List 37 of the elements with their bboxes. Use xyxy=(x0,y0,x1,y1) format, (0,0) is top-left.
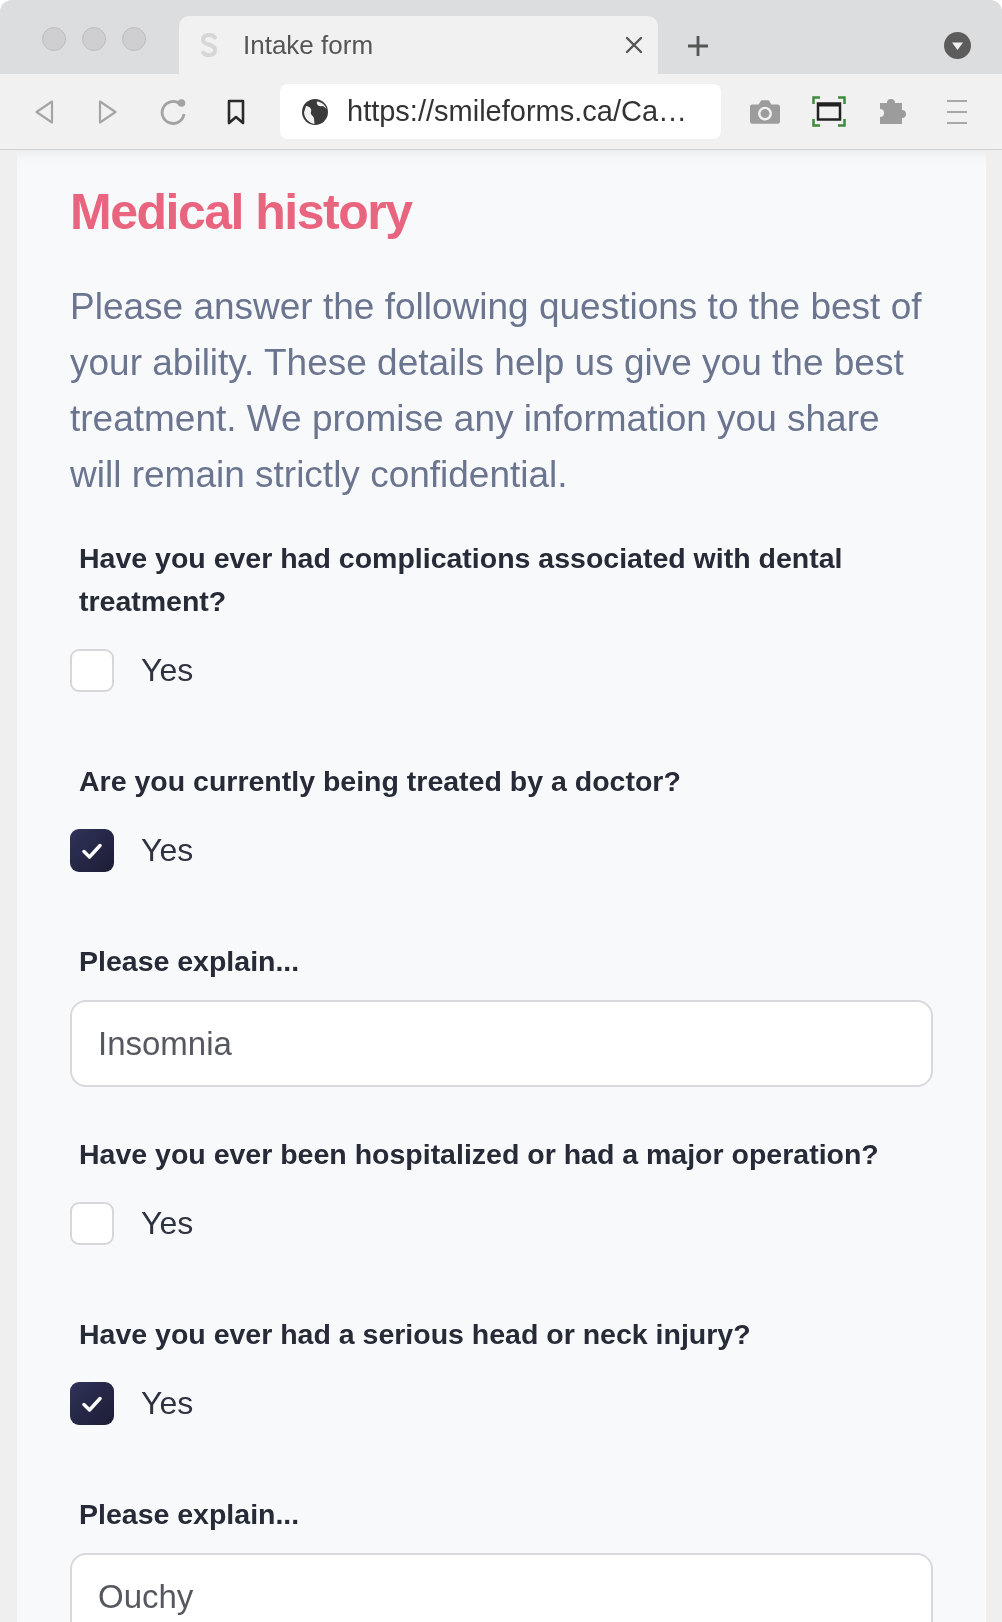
checkbox[interactable] xyxy=(70,1382,114,1425)
option-label: Yes xyxy=(141,1205,194,1242)
bookmark-icon[interactable] xyxy=(226,98,246,125)
address-bar[interactable]: https://smileforms.ca/Ca… xyxy=(280,84,721,139)
checkbox[interactable] xyxy=(70,649,114,692)
window-button[interactable] xyxy=(82,27,106,51)
plus-icon[interactable] xyxy=(687,35,709,57)
field-label: Please explain... xyxy=(78,943,301,979)
menu-icon[interactable] xyxy=(947,98,967,125)
globe-icon xyxy=(302,98,328,125)
close-icon[interactable] xyxy=(625,36,643,54)
text-input[interactable]: Insomnia xyxy=(70,1000,933,1087)
window-button[interactable] xyxy=(42,27,66,51)
checkmark-icon xyxy=(82,1395,102,1412)
swirl-icon xyxy=(198,32,220,58)
field-label: Please explain... xyxy=(78,1496,301,1532)
intro-text: Please answer the following questions to the best of your ability. These details help us give you the best treatment. We promise any information you share will remain strictly confidential. xyxy=(70,285,923,497)
question-label: Have you ever been hospitalized or had a major operation? xyxy=(78,1136,880,1172)
puzzle-icon[interactable] xyxy=(880,99,906,124)
text-input[interactable]: Ouchy xyxy=(70,1553,933,1622)
option-label: Yes xyxy=(141,1385,194,1422)
forward-icon[interactable] xyxy=(98,98,118,125)
window-button[interactable] xyxy=(122,27,146,51)
checkbox[interactable] xyxy=(70,1202,114,1245)
question-label: Have you ever had complications associated with dental treatment? xyxy=(78,540,844,619)
question-label: Are you currently being treated by a doctor? xyxy=(78,763,682,799)
back-icon[interactable] xyxy=(34,98,54,125)
frame-corners-icon[interactable] xyxy=(812,96,846,127)
camera-icon[interactable] xyxy=(750,99,780,124)
page-title: Medical history xyxy=(70,183,414,242)
option-label: Yes xyxy=(141,652,194,689)
checkmark-icon xyxy=(82,842,102,859)
option-label: Yes xyxy=(141,832,194,869)
dropdown-icon[interactable] xyxy=(944,32,971,59)
browser-tab[interactable]: Intake form xyxy=(179,16,658,74)
checkbox[interactable] xyxy=(70,829,114,872)
question-label: Have you ever had a serious head or neck injury? xyxy=(78,1316,752,1352)
